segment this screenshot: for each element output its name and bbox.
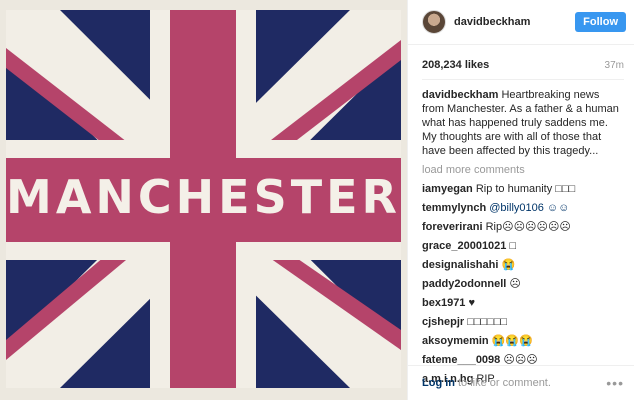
post-time[interactable]: 37m — [605, 60, 624, 71]
comment: paddy2odonnell ☹ — [422, 275, 624, 294]
instagram-post: MANCHESTER davidbeckham Follow 208,234 l… — [0, 0, 634, 400]
more-options-icon[interactable]: ••• — [606, 375, 624, 391]
comment: grace_20001021 □ — [422, 237, 624, 256]
comment-text: □□□□□□ — [467, 316, 508, 328]
comment-username[interactable]: designalishahi — [422, 259, 498, 271]
comment-username[interactable]: grace_20001021 — [422, 240, 506, 252]
likes-row: 208,234 likes 37m — [408, 45, 634, 71]
comment: aksoymemin 😭😭😭 — [422, 332, 624, 351]
load-more-comments[interactable]: load more comments — [408, 158, 634, 176]
comment: iamyegan Rip to humanity □□□ — [422, 180, 624, 199]
comment-username[interactable]: bex1971 — [422, 297, 465, 309]
comment-username[interactable]: cjshepjr — [422, 316, 464, 328]
comment-username[interactable]: aksoymemin — [422, 335, 489, 347]
login-link[interactable]: Log in — [422, 377, 455, 389]
comment-text: Rip☹☹☹☹☹☹ — [485, 221, 571, 233]
post-footer: Log in to like or comment. ••• — [408, 365, 634, 400]
header-username[interactable]: davidbeckham — [454, 16, 575, 28]
comment-username[interactable]: temmylynch — [422, 202, 486, 214]
image-caption-text: MANCHESTER — [6, 170, 401, 224]
comment: foreverirani Rip☹☹☹☹☹☹ — [422, 218, 624, 237]
comment-text: Rip to humanity □□□ — [475, 183, 576, 195]
comment-text[interactable]: @billy0106 ☺☺ — [489, 202, 569, 214]
likes-count[interactable]: 208,234 likes — [422, 59, 489, 71]
post-header: davidbeckham Follow — [408, 0, 634, 45]
comment: designalishahi 😭 — [422, 256, 624, 275]
post-image[interactable]: MANCHESTER — [0, 0, 407, 400]
avatar[interactable] — [422, 10, 446, 34]
comment-text: ♥ — [468, 297, 476, 309]
caption-username[interactable]: davidbeckham — [422, 89, 498, 101]
follow-button[interactable]: Follow — [575, 12, 626, 32]
comment-username[interactable]: foreverirani — [422, 221, 483, 233]
comment: temmylynch @billy0106 ☺☺ — [422, 199, 624, 218]
comment-text: □ — [509, 240, 517, 252]
login-prompt-text: to like or comment. — [458, 377, 551, 389]
comment-username[interactable]: iamyegan — [422, 183, 473, 195]
comment-list: iamyegan Rip to humanity □□□ temmylynch … — [408, 176, 634, 389]
comment-text: 😭😭😭 — [491, 335, 533, 347]
post-sidebar: davidbeckham Follow 208,234 likes 37m da… — [407, 0, 634, 400]
comment: bex1971 ♥ — [422, 294, 624, 313]
comment-text: 😭 — [501, 259, 516, 271]
caption: davidbeckham Heartbreaking news from Man… — [408, 80, 634, 158]
comment: cjshepjr □□□□□□ — [422, 313, 624, 332]
comment-username[interactable]: paddy2odonnell — [422, 278, 506, 290]
comment-text: ☹ — [509, 278, 521, 290]
